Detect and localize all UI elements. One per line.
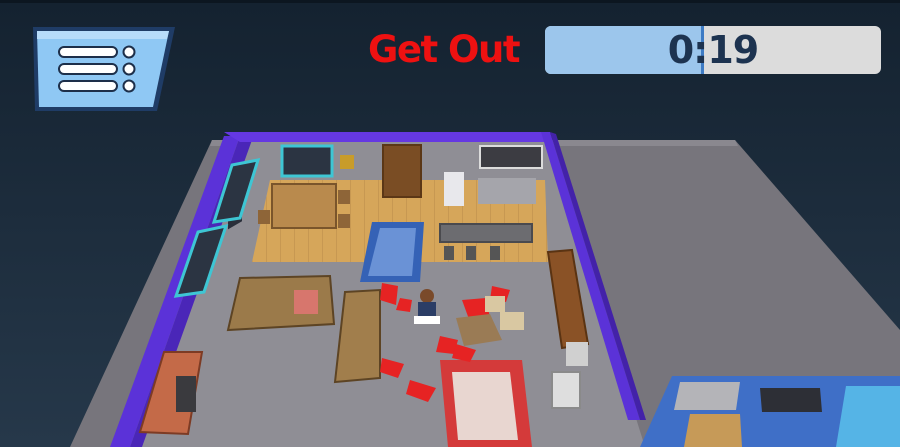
door [382, 144, 422, 198]
timer-bar: 0:19 [545, 26, 881, 74]
kitchen-island [439, 223, 533, 243]
counter [566, 342, 588, 366]
stove [478, 178, 536, 204]
sofa [226, 274, 336, 332]
neighbour-house [640, 376, 900, 447]
kitchen-cabinets [479, 145, 543, 169]
fridge [444, 172, 464, 206]
objective-label: Get Out [368, 28, 521, 71]
washer [551, 371, 581, 409]
back-wall [224, 132, 548, 142]
dining-table [271, 183, 337, 229]
picture-frame [340, 155, 354, 169]
window [280, 144, 334, 178]
menu-button[interactable] [33, 27, 175, 111]
menu-list-icon [58, 45, 136, 93]
timer-text: 0:19 [667, 28, 760, 72]
